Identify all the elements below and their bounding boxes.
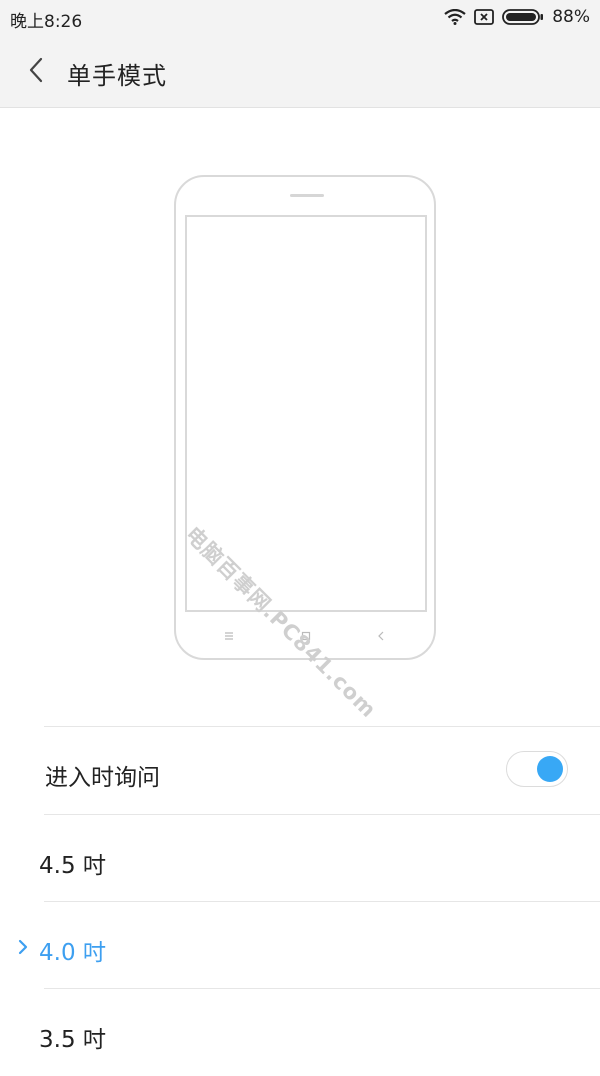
toggle-knob [537, 756, 563, 782]
size-option-4-0[interactable]: 4.0 吋 [0, 903, 600, 989]
divider [44, 988, 600, 989]
wifi-icon [444, 9, 466, 25]
status-bar: 晚上8:26 88% [0, 0, 600, 34]
size-option-label: 4.5 吋 [39, 853, 106, 879]
header: 单手模式 [0, 34, 600, 108]
home-icon [301, 631, 311, 641]
size-option-label: 4.0 吋 [39, 940, 106, 966]
divider [44, 901, 600, 902]
status-time: 晚上8:26 [10, 12, 83, 32]
divider [44, 726, 600, 727]
ask-on-enter-row[interactable]: 进入时询问 [0, 728, 600, 814]
size-option-3-5[interactable]: 3.5 吋 [0, 990, 600, 1076]
page-title: 单手模式 [67, 62, 167, 90]
size-option-4-5[interactable]: 4.5 吋 [0, 816, 600, 902]
phone-illustration [174, 175, 436, 660]
size-option-label: 3.5 吋 [39, 1027, 106, 1053]
ask-on-enter-toggle[interactable] [506, 751, 568, 787]
chevron-left-icon [29, 57, 43, 83]
back-button[interactable] [18, 52, 54, 88]
battery-percent: 88% [552, 7, 590, 27]
selected-chevron-icon [18, 939, 28, 955]
ask-on-enter-label: 进入时询问 [45, 765, 160, 791]
no-sim-icon [474, 9, 495, 25]
back-icon [378, 631, 384, 641]
status-icons: 88% [444, 6, 590, 28]
battery-icon [502, 8, 544, 26]
divider [44, 814, 600, 815]
phone-speaker [290, 194, 324, 197]
phone-screen [185, 215, 427, 612]
menu-icon [225, 632, 233, 640]
